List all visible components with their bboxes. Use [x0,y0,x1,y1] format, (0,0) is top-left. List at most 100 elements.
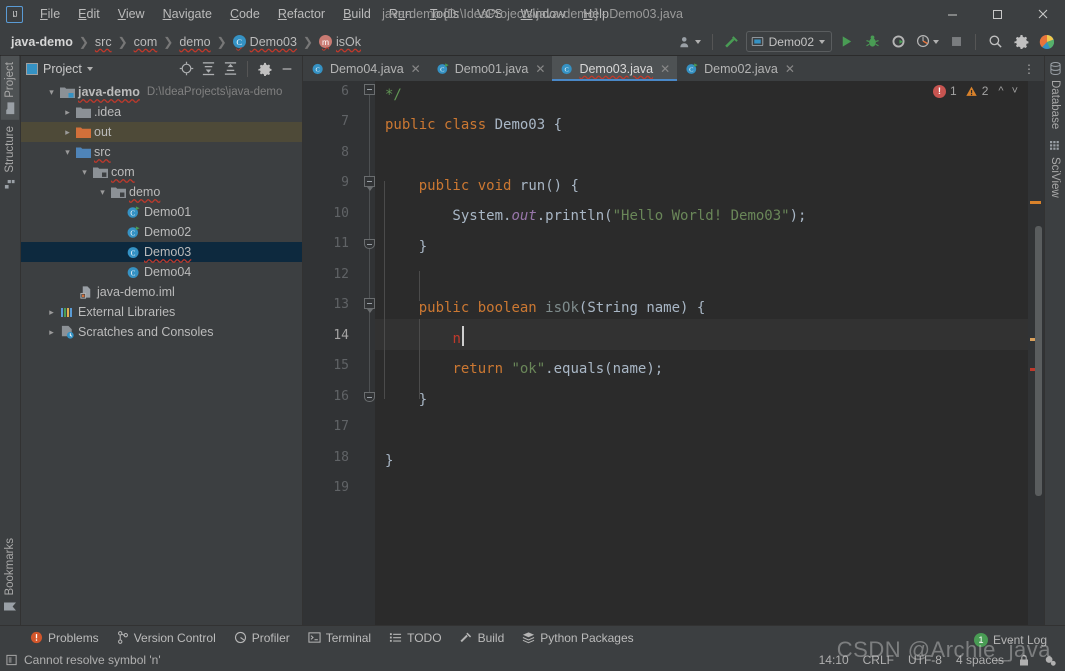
tree-node-iml[interactable]: java-demo.iml [21,282,302,302]
bottom-tab-problems[interactable]: Problems [22,629,107,647]
menu-navigate[interactable]: Navigate [154,3,221,25]
breadcrumb-item-class[interactable]: C Demo03 [229,33,301,51]
line-separator[interactable]: CRLF [863,653,894,667]
search-icon[interactable] [983,31,1007,53]
bottom-tab-python-packages[interactable]: Python Packages [514,629,641,647]
chevron-right-icon[interactable]: ▸ [45,327,58,338]
expand-all-icon[interactable] [198,58,219,79]
fold-marker-isok-end[interactable] [364,392,375,402]
hide-panel-icon[interactable] [276,58,297,79]
menu-run[interactable]: Run [380,3,421,25]
menu-file[interactable]: File [31,3,69,25]
close-icon[interactable]: ✕ [535,62,545,76]
vertical-scrollbar-thumb[interactable] [1035,226,1042,496]
debug-icon[interactable] [860,31,884,53]
bottom-tab-version-control[interactable]: Version Control [109,629,224,647]
tree-node-java-demo[interactable]: ▾ java-demo D:\IdeaProjects\java-demo [21,82,302,102]
settings-gear-icon[interactable] [1009,31,1033,53]
close-icon[interactable]: ✕ [660,62,670,76]
chevron-right-icon[interactable]: ▸ [61,127,74,138]
close-icon[interactable]: ✕ [785,62,795,76]
chevron-right-icon[interactable]: ▸ [61,107,74,118]
close-button[interactable] [1020,0,1065,28]
tree-node-demo04[interactable]: C Demo04 [21,262,302,282]
tree-node-out[interactable]: ▸ out [21,122,302,142]
menu-code[interactable]: Code [221,3,269,25]
settings-gear-icon[interactable] [1044,654,1057,667]
chevron-right-icon[interactable]: ▸ [45,307,58,318]
build-hammer-icon[interactable] [720,31,744,53]
user-icon[interactable] [675,31,705,53]
stripe-button-structure[interactable]: Structure [1,120,19,195]
fold-marker-isok[interactable] [364,298,375,309]
chevron-down-icon[interactable]: ▾ [61,147,74,158]
collapse-all-icon[interactable] [220,58,241,79]
stop-icon[interactable] [944,31,968,53]
chevron-down-icon[interactable]: ▾ [96,187,109,198]
breadcrumb-item-src[interactable]: src [91,33,116,51]
menu-refactor[interactable]: Refactor [269,3,334,25]
tree-node-demo02[interactable]: C Demo02 [21,222,302,242]
menu-build[interactable]: Build [334,3,380,25]
bottom-tab-profiler[interactable]: Profiler [226,629,298,647]
bottom-tab-terminal[interactable]: Terminal [300,629,379,647]
run-configuration-selector[interactable]: Demo02 [745,31,832,52]
indent-setting[interactable]: 4 spaces [956,653,1004,667]
code-editor[interactable]: ! 1 2 ^ ˅ 6 7 8 9 10 11 12 13 14 15 16 1… [303,81,1044,625]
run-coverage-icon[interactable] [886,31,910,53]
code-content[interactable]: */ public class Demo03 { public void run… [375,81,1028,625]
bottom-tab-todo[interactable]: TODO [381,629,449,647]
menu-edit[interactable]: Edit [69,3,109,25]
updates-icon[interactable] [1035,31,1059,53]
editor-tab-demo02[interactable]: C Demo02.java ✕ [677,56,802,81]
fold-marker-comment[interactable] [364,84,375,95]
locate-icon[interactable] [176,58,197,79]
menu-view[interactable]: View [109,3,154,25]
warning-marker[interactable] [1030,201,1041,204]
prev-problem-icon[interactable]: ^ [996,85,1005,97]
bottom-tab-build[interactable]: Build [452,629,513,647]
maximize-button[interactable] [975,0,1020,28]
caret-position[interactable]: 14:10 [819,653,849,667]
fold-marker-run[interactable] [364,176,375,187]
tree-node-demo[interactable]: ▾ demo [21,182,302,202]
tree-node-scratches[interactable]: ▸ Scratches and Consoles [21,322,302,342]
stripe-button-bookmarks[interactable]: Bookmarks [1,532,19,619]
chevron-down-icon[interactable]: ▾ [78,167,91,178]
fold-marker-run-end[interactable] [364,239,375,249]
minimize-button[interactable] [930,0,975,28]
close-icon[interactable]: ✕ [411,62,421,76]
editor-tab-demo04[interactable]: C Demo04.java ✕ [303,56,428,81]
chevron-down-icon[interactable] [86,66,93,71]
breadcrumb-item-com[interactable]: com [130,33,162,51]
run-icon[interactable] [834,31,858,53]
breadcrumb-item-project[interactable]: java-demo [7,33,77,51]
tab-options-icon[interactable]: ⋮ [1015,56,1044,81]
profile-icon[interactable] [912,31,942,53]
tree-node-external-libraries[interactable]: ▸ External Libraries [21,302,302,322]
tree-node-com[interactable]: ▾ com [21,162,302,182]
chevron-down-icon[interactable]: ▾ [45,87,58,98]
breadcrumb-item-method[interactable]: m isOk [315,33,365,51]
file-encoding[interactable]: UTF-8 [908,653,942,667]
tree-node-idea[interactable]: ▸ .idea [21,102,302,122]
tree-node-src[interactable]: ▾ src [21,142,302,162]
stripe-button-sciview[interactable]: SciView [1046,135,1064,204]
next-problem-icon[interactable]: ˅ [1010,85,1020,97]
inspection-widget[interactable]: ! 1 2 ^ ˅ [933,84,1020,98]
project-panel-title[interactable]: Project [26,62,93,76]
lock-icon[interactable] [1018,654,1030,667]
menu-vcs[interactable]: VCS [468,3,512,25]
status-message[interactable]: Cannot resolve symbol 'n' [6,653,161,667]
editor-tab-demo03[interactable]: C Demo03.java ✕ [552,56,678,81]
editor-gutter[interactable]: 6 7 8 9 10 11 12 13 14 15 16 17 18 19 [303,81,375,625]
tree-node-demo01[interactable]: C Demo01 [21,202,302,222]
breadcrumb-item-demo[interactable]: demo [175,33,214,51]
menu-window[interactable]: Window [512,3,574,25]
menu-tools[interactable]: Tools [421,3,468,25]
stripe-button-database[interactable]: Database [1046,56,1064,135]
menu-help[interactable]: Help [574,3,618,25]
error-stripe-scrollbar[interactable] [1028,81,1044,625]
tree-node-demo03[interactable]: C Demo03 [21,242,302,262]
settings-gear-icon[interactable] [254,58,275,79]
